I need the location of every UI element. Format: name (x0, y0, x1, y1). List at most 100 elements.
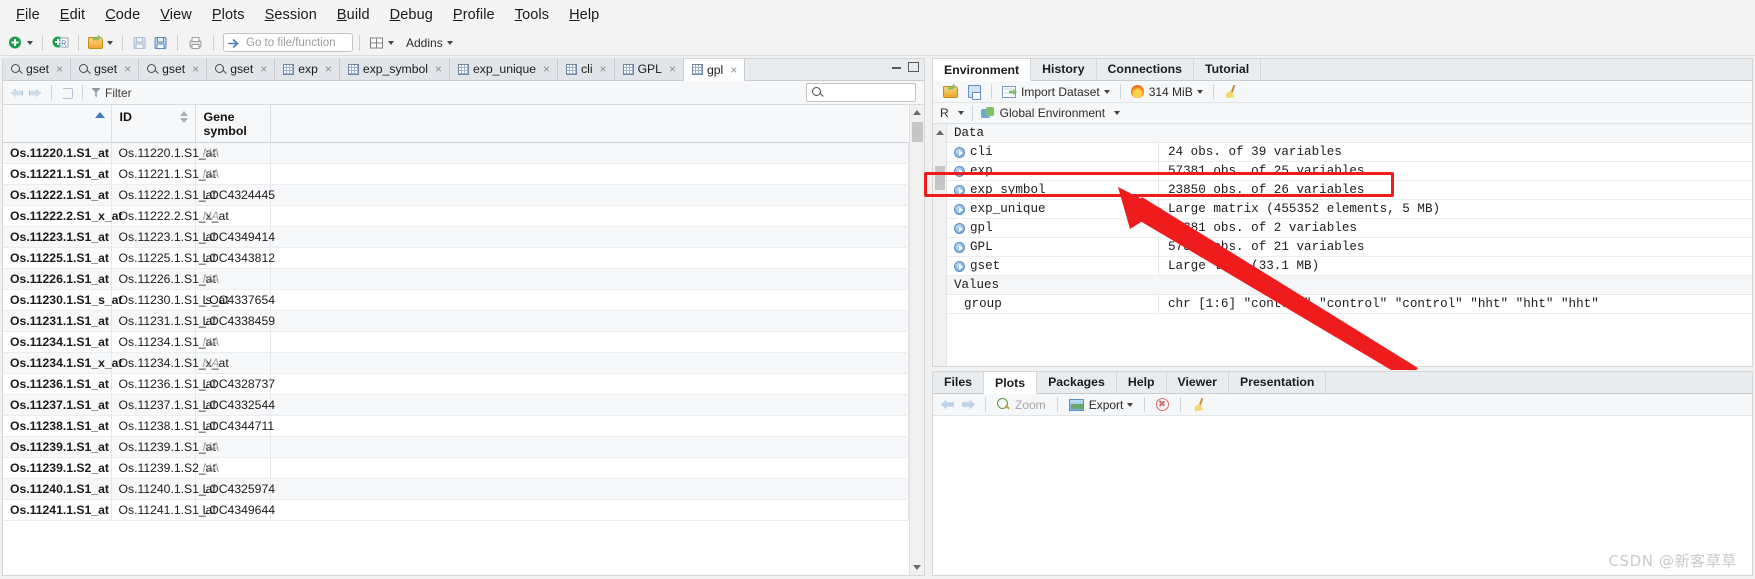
addins-button[interactable]: Addins (397, 32, 456, 54)
scrollbar-thumb[interactable] (912, 122, 923, 142)
chevron-down-icon[interactable] (1114, 111, 1121, 115)
expand-icon[interactable] (954, 241, 965, 253)
tab-viewer[interactable]: Viewer (1167, 371, 1229, 393)
menu-item-build[interactable]: Build (327, 4, 380, 26)
clear-plots-button[interactable] (1189, 394, 1209, 416)
environment-item-gpl[interactable]: gpl 57381 obs. of 2 variables (947, 218, 1752, 238)
source-tab-cli-7[interactable]: cli × (558, 58, 615, 80)
table-row[interactable]: Os.11239.1.S2_at Os.11239.1.S2_at NA (3, 457, 909, 479)
close-icon[interactable]: × (600, 62, 607, 76)
column-header-id[interactable]: ID (111, 105, 196, 143)
refresh-icon[interactable] (60, 86, 74, 100)
column-header-gene-symbol[interactable]: Gene symbol (195, 105, 271, 143)
scrollbar-thumb[interactable] (935, 166, 945, 190)
tab-files[interactable]: Files (933, 371, 985, 393)
back-arrow-icon[interactable] (9, 86, 25, 100)
table-row[interactable]: Os.11222.1.S1_at Os.11222.1.S1_at LOC43244… (3, 184, 909, 206)
source-tab-gset-0[interactable]: gset × (3, 58, 72, 80)
menu-item-tools[interactable]: Tools (505, 4, 559, 26)
table-row[interactable]: Os.11231.1.S1_at Os.11231.1.S1_at LOC43384… (3, 310, 909, 332)
expand-icon[interactable] (954, 260, 965, 272)
environment-item-exp_symbol[interactable]: exp_symbol 23850 obs. of 26 variables (947, 180, 1752, 200)
save-workspace-button[interactable] (965, 81, 984, 103)
environment-item-exp[interactable]: exp 57381 obs. of 25 variables (947, 161, 1752, 181)
table-row[interactable]: Os.11241.1.S1_at Os.11241.1.S1_at LOC43496… (3, 499, 909, 521)
table-row[interactable]: Os.11238.1.S1_at Os.11238.1.S1_at LOC43447… (3, 415, 909, 437)
expand-icon[interactable] (954, 146, 965, 158)
source-tab-gpl-8[interactable]: GPL × (614, 58, 684, 80)
close-icon[interactable]: × (124, 62, 131, 76)
menu-item-code[interactable]: Code (95, 4, 150, 26)
tab-tutorial[interactable]: Tutorial (1194, 58, 1262, 80)
filter-button[interactable]: Filter (91, 86, 132, 100)
remove-plot-button[interactable] (1153, 394, 1172, 416)
source-tab-exp-symbol-5[interactable]: exp_symbol × (339, 58, 450, 80)
new-project-button[interactable]: R (49, 32, 72, 54)
table-row[interactable]: Os.11223.1.S1_at Os.11223.1.S1_at LOC43494… (3, 226, 909, 248)
close-icon[interactable]: × (260, 62, 267, 76)
close-icon[interactable]: × (669, 62, 676, 76)
expand-icon[interactable] (954, 184, 965, 196)
table-row[interactable]: Os.11225.1.S1_at Os.11225.1.S1_at LOC43438… (3, 247, 909, 269)
menu-item-profile[interactable]: Profile (443, 4, 505, 26)
memory-usage-button[interactable]: 314 MiB (1128, 81, 1206, 103)
source-tab-exp-4[interactable]: exp × (275, 58, 340, 80)
print-button[interactable] (184, 32, 207, 54)
menu-item-plots[interactable]: Plots (202, 4, 255, 26)
export-plot-button[interactable]: Export (1066, 394, 1137, 416)
tab-plots[interactable]: Plots (984, 372, 1038, 394)
menu-item-session[interactable]: Session (255, 4, 327, 26)
forward-arrow-icon[interactable] (961, 398, 977, 412)
tab-presentation[interactable]: Presentation (1229, 371, 1327, 393)
save-all-button[interactable] (150, 32, 171, 54)
close-icon[interactable]: × (435, 62, 442, 76)
table-row[interactable]: Os.11239.1.S1_at Os.11239.1.S1_at NA (3, 436, 909, 458)
go-to-file-input[interactable]: Go to file/function (223, 33, 353, 52)
close-icon[interactable]: × (56, 62, 63, 76)
menu-item-edit[interactable]: Edit (50, 4, 95, 26)
menu-item-file[interactable]: File (6, 4, 50, 26)
open-file-button[interactable] (85, 32, 116, 54)
environment-item-cli[interactable]: cli 24 obs. of 39 variables (947, 142, 1752, 162)
minimize-icon[interactable] (892, 66, 901, 69)
column-header-rowname[interactable] (3, 105, 112, 143)
menu-item-help[interactable]: Help (559, 4, 609, 26)
table-row[interactable]: Os.11237.1.S1_at Os.11237.1.S1_at LOC43325… (3, 394, 909, 416)
tab-packages[interactable]: Packages (1037, 371, 1117, 393)
close-icon[interactable]: × (543, 62, 550, 76)
back-arrow-icon[interactable] (940, 398, 956, 412)
chevron-down-icon[interactable] (957, 111, 964, 115)
scroll-up-button[interactable] (910, 105, 924, 120)
environment-item-gset[interactable]: gset Large list (33.1 MB) (947, 256, 1752, 276)
maximize-icon[interactable] (908, 62, 919, 72)
forward-arrow-icon[interactable] (27, 86, 43, 100)
table-row[interactable]: Os.11236.1.S1_at Os.11236.1.S1_at LOC43287… (3, 373, 909, 395)
source-tab-gset-2[interactable]: gset × (139, 58, 208, 80)
table-row[interactable]: Os.11234.1.S1_at Os.11234.1.S1_at NA (3, 331, 909, 353)
environment-item-GPL[interactable]: GPL 57381 obs. of 21 variables (947, 237, 1752, 257)
source-tab-gpl-9[interactable]: gpl × (683, 59, 746, 81)
tab-environment[interactable]: Environment (933, 59, 1032, 81)
new-file-button[interactable] (5, 32, 36, 54)
environment-scrollbar[interactable] (933, 124, 947, 366)
clear-environment-button[interactable] (1221, 81, 1241, 103)
table-row[interactable]: Os.11226.1.S1_at Os.11226.1.S1_at NA (3, 268, 909, 290)
expand-icon[interactable] (954, 165, 965, 177)
zoom-plot-button[interactable]: Zoom (994, 394, 1049, 416)
menu-item-view[interactable]: View (150, 4, 202, 26)
scroll-down-button[interactable] (910, 560, 924, 575)
workspace-panes-button[interactable] (366, 32, 397, 54)
environment-item-exp_unique[interactable]: exp_unique Large matrix (455352 elements,… (947, 199, 1752, 219)
close-icon[interactable]: × (325, 62, 332, 76)
table-row[interactable]: Os.11234.1.S1_x_at Os.11234.1.S1_x_at NA (3, 352, 909, 374)
data-search-input[interactable] (806, 83, 916, 102)
table-row[interactable]: Os.11240.1.S1_at Os.11240.1.S1_at LOC43259… (3, 478, 909, 500)
data-grid-scrollbar[interactable] (909, 105, 924, 575)
table-row[interactable]: Os.11220.1.S1_at Os.11220.1.S1_at NA (3, 142, 909, 164)
tab-help[interactable]: Help (1117, 371, 1167, 393)
table-row[interactable]: Os.11222.2.S1_x_at Os.11222.2.S1_x_at NA (3, 205, 909, 227)
close-icon[interactable]: × (192, 62, 199, 76)
table-row[interactable]: Os.11221.1.S1_at Os.11221.1.S1_at NA (3, 163, 909, 185)
environment-item-group[interactable]: group chr [1:6] "control" "control" "cont… (947, 294, 1752, 314)
source-tab-exp-unique-6[interactable]: exp_unique × (449, 58, 559, 80)
